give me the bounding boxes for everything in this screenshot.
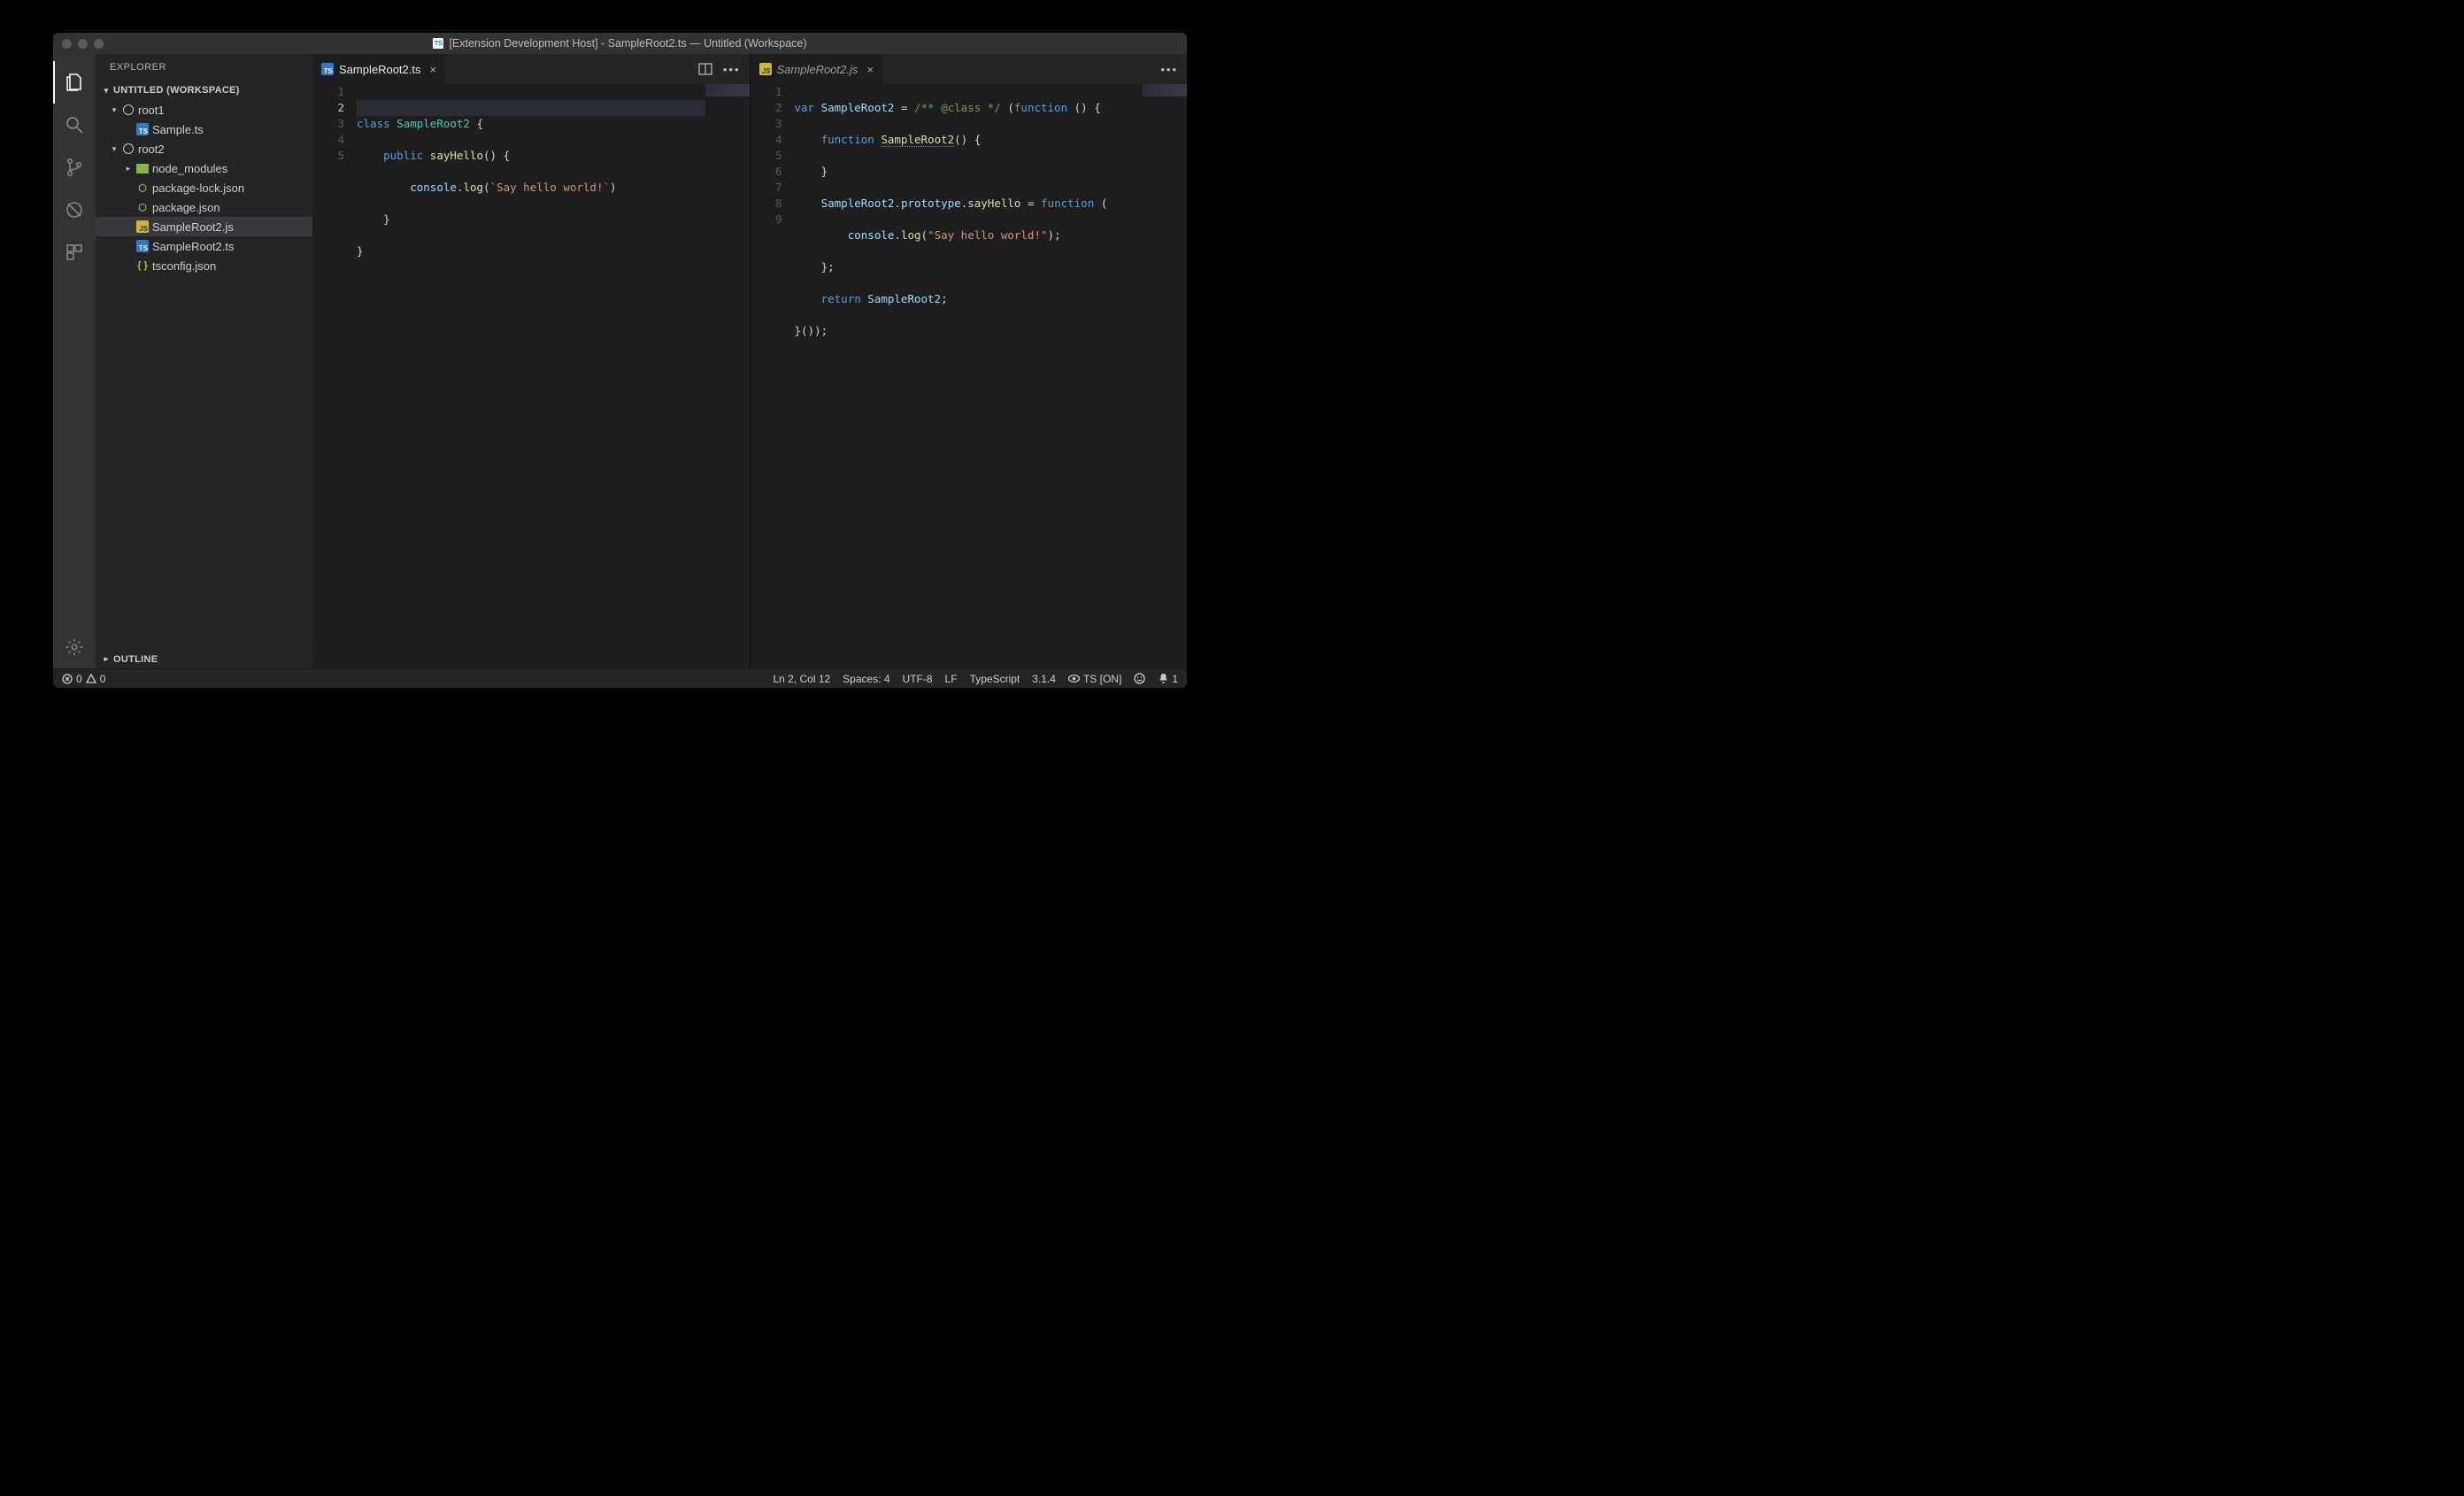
chevron-down-icon: ▾	[108, 144, 120, 154]
code-editor-right[interactable]: 1 2 3 4 5 6 7 8 9 var SampleRoot2 = /** …	[751, 84, 1188, 668]
window-title: TS [Extension Development Host] - Sample…	[53, 37, 1187, 50]
window-title-text: [Extension Development Host] - SampleRoo…	[449, 37, 806, 50]
file-tsconfig[interactable]: { } tsconfig.json	[96, 256, 312, 275]
code-content[interactable]: class SampleRoot2 { public sayHello() { …	[357, 84, 750, 668]
warning-icon	[86, 674, 96, 684]
status-indent[interactable]: Spaces: 4	[843, 673, 889, 685]
file-package-json[interactable]: ⬡ package.json	[96, 197, 312, 217]
chevron-down-icon: ▾	[108, 105, 120, 115]
line-gutter: 1 2 3 4 5 6 7 8 9	[751, 84, 795, 668]
file-sampleroot2-js[interactable]: JS SampleRoot2.js	[96, 217, 312, 236]
search-activity[interactable]	[53, 104, 96, 146]
file-tree: ▾ root1 TS Sample.ts ▾ root2 ▸ node_modu…	[96, 100, 312, 649]
status-eol[interactable]: LF	[945, 673, 958, 685]
file-label: package.json	[152, 201, 220, 214]
editor-group-right: JS SampleRoot2.js × ••• 1 2 3 4 5 6 7 8 …	[750, 54, 1188, 668]
close-icon[interactable]: ×	[430, 63, 437, 76]
folder-icon	[136, 164, 149, 174]
extensions-activity[interactable]	[53, 231, 96, 274]
settings-activity[interactable]	[53, 626, 96, 668]
typescript-file-icon: TS	[136, 240, 149, 252]
status-language[interactable]: TypeScript	[970, 673, 1020, 685]
file-sampleroot2-ts[interactable]: TS SampleRoot2.ts	[96, 236, 312, 256]
folder-label: root2	[138, 143, 165, 156]
file-label: Sample.ts	[152, 123, 204, 136]
tab-bar-right: JS SampleRoot2.js × •••	[751, 54, 1188, 84]
status-problems[interactable]: 0 0	[62, 673, 105, 685]
file-label: package-lock.json	[152, 181, 244, 195]
json-file-icon: ⬡	[136, 201, 149, 213]
files-icon	[64, 72, 85, 93]
typescript-file-icon: TS	[321, 63, 334, 75]
file-label: SampleRoot2.js	[152, 220, 234, 234]
file-label: tsconfig.json	[152, 259, 216, 273]
eye-icon	[1068, 673, 1080, 684]
more-icon[interactable]: •••	[1160, 63, 1178, 76]
gear-icon	[65, 637, 84, 657]
close-icon[interactable]: ×	[866, 63, 874, 76]
ts-file-icon: TS	[433, 38, 443, 49]
chevron-right-icon: ▸	[122, 164, 135, 174]
status-encoding[interactable]: UTF-8	[903, 673, 933, 685]
status-ts-mode[interactable]: TS [ON]	[1068, 673, 1121, 685]
tab-sampleroot2-ts[interactable]: TS SampleRoot2.ts ×	[312, 54, 446, 84]
folder-node-modules[interactable]: ▸ node_modules	[96, 158, 312, 178]
chevron-right-icon: ▸	[99, 654, 113, 664]
file-label: SampleRoot2.ts	[152, 240, 235, 253]
status-bar: 0 0 Ln 2, Col 12 Spaces: 4 UTF-8 LF Type…	[53, 668, 1187, 688]
file-sample-ts[interactable]: TS Sample.ts	[96, 120, 312, 139]
line-gutter: 1 2 3 4 5	[312, 84, 357, 668]
folder-label: node_modules	[152, 162, 227, 175]
explorer-activity[interactable]	[53, 61, 96, 104]
file-package-lock[interactable]: ⬡ package-lock.json	[96, 178, 312, 197]
workspace-name: UNTITLED (WORKSPACE)	[113, 85, 240, 96]
bell-icon	[1158, 673, 1169, 684]
status-notifications[interactable]: 1	[1158, 673, 1178, 685]
activity-bar	[53, 54, 96, 668]
code-editor-left[interactable]: 1 2 3 4 5 class SampleRoot2 { public say…	[312, 84, 750, 668]
scm-activity[interactable]	[53, 146, 96, 189]
sidebar-title: EXPLORER	[96, 54, 312, 81]
titlebar[interactable]: TS [Extension Development Host] - Sample…	[53, 33, 1187, 54]
json-file-icon: ⬡	[136, 181, 149, 194]
tab-bar-left: TS SampleRoot2.ts × •••	[312, 54, 750, 84]
editor-area: TS SampleRoot2.ts × ••• 1 2 3 4 5 class …	[312, 54, 1187, 668]
debug-activity[interactable]	[53, 189, 96, 231]
folder-root2[interactable]: ▾ root2	[96, 139, 312, 158]
outline-section-header[interactable]: ▸ OUTLINE	[96, 649, 312, 668]
tab-label: SampleRoot2.ts	[339, 63, 421, 76]
more-icon[interactable]: •••	[723, 63, 741, 76]
tab-label: SampleRoot2.js	[777, 63, 859, 76]
chevron-down-icon: ▾	[99, 86, 113, 96]
code-content[interactable]: var SampleRoot2 = /** @class */ (functio…	[795, 84, 1188, 668]
smiley-icon	[1134, 673, 1145, 684]
outline-label: OUTLINE	[113, 654, 158, 665]
folder-label: root1	[138, 104, 165, 117]
workspace-section-header[interactable]: ▾ UNTITLED (WORKSPACE)	[96, 81, 312, 100]
tab-sampleroot2-js[interactable]: JS SampleRoot2.js ×	[751, 54, 883, 84]
typescript-file-icon: TS	[136, 123, 149, 135]
bug-icon	[64, 199, 85, 220]
extensions-icon	[64, 242, 85, 263]
javascript-file-icon: JS	[136, 220, 149, 233]
split-editor-icon[interactable]	[698, 62, 712, 76]
error-icon	[62, 674, 73, 684]
root-folder-icon	[123, 104, 134, 115]
json-file-icon: { }	[136, 259, 149, 272]
editor-group-left: TS SampleRoot2.ts × ••• 1 2 3 4 5 class …	[312, 54, 750, 668]
root-folder-icon	[123, 143, 134, 154]
git-branch-icon	[64, 157, 85, 178]
search-icon	[64, 114, 85, 135]
status-cursor[interactable]: Ln 2, Col 12	[773, 673, 830, 685]
javascript-file-icon: JS	[759, 63, 772, 75]
explorer-sidebar: EXPLORER ▾ UNTITLED (WORKSPACE) ▾ root1 …	[96, 54, 312, 668]
status-ts-version[interactable]: 3.1.4	[1032, 673, 1056, 685]
status-feedback[interactable]	[1134, 673, 1145, 684]
vscode-window: TS [Extension Development Host] - Sample…	[53, 33, 1187, 688]
folder-root1[interactable]: ▾ root1	[96, 100, 312, 120]
